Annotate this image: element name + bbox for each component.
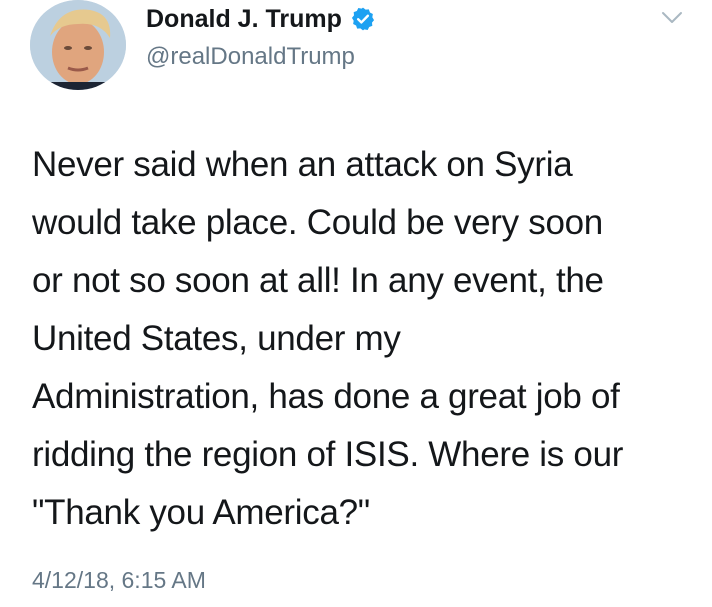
author-handle[interactable]: @realDonaldTrump — [146, 42, 355, 72]
chevron-down-icon[interactable] — [661, 10, 683, 26]
author-name-row: Donald J. Trump — [146, 4, 376, 34]
author-display-name[interactable]: Donald J. Trump — [146, 4, 342, 34]
tweet-text: Never said when an attack on Syria would… — [32, 145, 624, 532]
avatar[interactable] — [30, 0, 126, 90]
tweet-card: Donald J. Trump @realDonaldTrump Never s… — [0, 0, 712, 607]
avatar-image — [30, 0, 126, 90]
tweet-timestamp[interactable]: 4/12/18, 6:15 AM — [32, 565, 206, 595]
verified-badge-icon — [351, 7, 374, 31]
